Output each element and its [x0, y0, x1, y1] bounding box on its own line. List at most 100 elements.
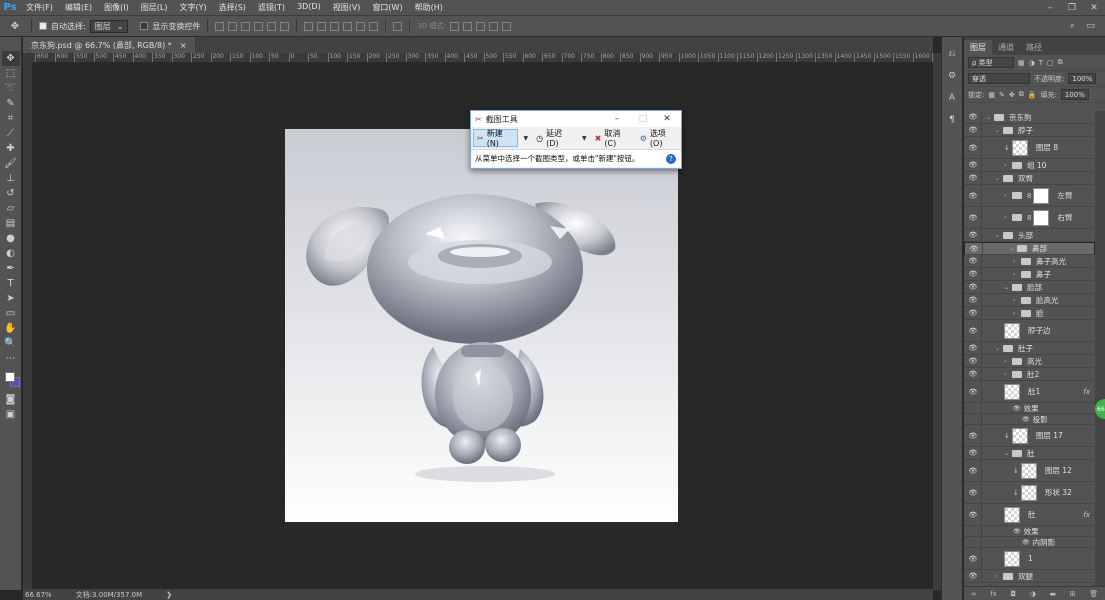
menu-item[interactable]: 视图(V) [327, 2, 367, 13]
close-icon[interactable]: ✕ [1083, 0, 1105, 15]
filter-shape-icon[interactable]: ▢ [1047, 59, 1054, 67]
distribute-hcenter-icon[interactable] [356, 21, 366, 31]
layer-row[interactable]: 👁 肚 fx [964, 504, 1095, 526]
visibility-eye-icon[interactable]: 👁 [968, 113, 978, 121]
filter-kind-select[interactable]: ρ 类型 [968, 57, 1014, 68]
blend-mode-select[interactable]: 穿透 [968, 73, 1030, 84]
snip-close-icon[interactable]: ✕ [655, 111, 679, 127]
clone-stamp-tool-icon[interactable]: ⊥ [2, 171, 20, 186]
options-button[interactable]: ⚙ 选项(O) [637, 129, 681, 148]
history-brush-tool-icon[interactable]: ↺ [2, 186, 20, 201]
layer-thumbnail[interactable] [1004, 550, 1020, 567]
effect-visibility-icon[interactable]: 👁 [1022, 416, 1030, 423]
fx-badge[interactable]: fx [1083, 511, 1090, 519]
layer-thumbnail[interactable] [1004, 506, 1020, 523]
visibility-eye-icon[interactable]: 👁 [968, 257, 978, 265]
expand-arrow-icon[interactable]: ⌄ [995, 345, 1003, 352]
visibility-eye-icon[interactable]: 👁 [968, 555, 978, 563]
menu-item[interactable]: 编辑(E) [59, 2, 98, 13]
visibility-eye-icon[interactable]: 👁 [968, 296, 978, 304]
3d-roll-icon[interactable] [462, 21, 472, 31]
move-tool-preset-icon[interactable]: ✥ [6, 19, 24, 34]
status-menu-arrow[interactable]: ❯ [166, 591, 172, 599]
mask-link-icon[interactable]: 8 [1027, 192, 1031, 200]
lock-paint-icon[interactable]: ✎ [999, 91, 1005, 99]
effect-visibility-icon[interactable]: 👁 [1022, 539, 1030, 546]
effect-visibility-icon[interactable]: 👁 [1013, 528, 1021, 535]
expand-arrow-icon[interactable]: › [1004, 192, 1012, 199]
new-group-icon[interactable]: ▬ [1049, 590, 1056, 598]
layer-group-row[interactable]: 👁 ⌄ 双臂 [964, 172, 1095, 185]
layer-group-row[interactable]: 👁 › 鼻子 [964, 268, 1095, 281]
layer-row[interactable]: 👁 1 [964, 548, 1095, 570]
link-layers-icon[interactable]: ∞ [971, 590, 977, 598]
canvas-scrollbar[interactable] [933, 53, 941, 590]
lock-position-icon[interactable]: ✥ [1009, 91, 1015, 99]
visibility-eye-icon[interactable]: 👁 [968, 432, 978, 440]
expand-arrow-icon[interactable]: › [1004, 358, 1012, 365]
layer-group-row[interactable]: 👁 › 双腿 [964, 570, 1095, 583]
visibility-eye-icon[interactable]: 👁 [968, 192, 978, 200]
visibility-eye-icon[interactable]: 👁 [968, 344, 978, 352]
screen-mode-icon[interactable]: ▣ [2, 407, 20, 422]
filter-smart-icon[interactable]: ⧉ [1058, 58, 1063, 67]
panel-tab[interactable]: 图层 [964, 40, 992, 55]
new-snip-dropdown-icon[interactable]: ▼ [520, 135, 531, 142]
menu-item[interactable]: 选择(S) [213, 2, 252, 13]
expand-arrow-icon[interactable]: › [995, 573, 1003, 580]
3d-drag-icon[interactable] [475, 21, 485, 31]
layer-row[interactable]: 👁 脖子边 [964, 320, 1095, 342]
visibility-eye-icon[interactable]: 👁 [968, 572, 978, 580]
type-tool-icon[interactable]: T [2, 276, 20, 291]
expand-arrow-icon[interactable]: › [1013, 258, 1021, 265]
layer-effect-row[interactable]: 👁 效果 [964, 403, 1095, 414]
layer-group-row[interactable]: 👁 ⌄ 头部 [964, 229, 1095, 242]
lock-pixels-icon[interactable]: ▦ [988, 91, 995, 99]
layer-group-row[interactable]: 👁 ⌄ 脖子 [964, 124, 1095, 137]
distribute-right-icon[interactable] [369, 21, 379, 31]
expand-arrow-icon[interactable]: ⌄ [995, 127, 1003, 134]
auto-select-dropdown[interactable]: 图层 ⌄ [89, 19, 129, 33]
delay-dropdown-icon[interactable]: ▼ [579, 135, 590, 142]
properties-panel-icon[interactable]: ⚙ [945, 69, 959, 83]
layer-row[interactable]: 👁 ↓ 图层 8 [964, 137, 1095, 159]
mask-thumbnail[interactable] [1033, 187, 1050, 204]
layer-group-row[interactable]: 👁 ⌄ 肚 [964, 447, 1095, 460]
layer-thumbnail[interactable] [1011, 427, 1028, 444]
healing-brush-tool-icon[interactable]: ✚ [2, 141, 20, 156]
align-left-icon[interactable] [254, 21, 264, 31]
marquee-tool-icon[interactable]: ⬚ [2, 66, 20, 81]
expand-arrow-icon[interactable]: ⌄ [1004, 284, 1012, 291]
distribute-vcenter-icon[interactable] [317, 21, 327, 31]
workspace-icon[interactable]: ▭ [1086, 21, 1095, 31]
visibility-eye-icon[interactable]: 👁 [968, 388, 978, 396]
delay-button[interactable]: ◷ 延迟(D) [533, 129, 577, 148]
expand-arrow-icon[interactable]: › [1004, 214, 1012, 221]
expand-arrow-icon[interactable]: ⌄ [1004, 450, 1012, 457]
document-tab[interactable]: 京东狗.psd @ 66.7% (鼻部, RGB/8) * × [23, 37, 195, 53]
layer-effect-row[interactable]: 👁 内阴影 [964, 537, 1095, 548]
visibility-eye-icon[interactable]: 👁 [968, 231, 978, 239]
visibility-eye-icon[interactable]: 👁 [968, 357, 978, 365]
visibility-eye-icon[interactable]: 👁 [968, 467, 978, 475]
expand-arrow-icon[interactable]: ⌄ [986, 114, 994, 121]
visibility-eye-icon[interactable]: 👁 [968, 370, 978, 378]
align-vcenter-icon[interactable] [228, 21, 238, 31]
fx-badge[interactable]: fx [1083, 388, 1090, 396]
visibility-eye-icon[interactable]: 👁 [968, 270, 978, 278]
rectangle-tool-icon[interactable]: ▭ [2, 306, 20, 321]
layer-group-row[interactable]: 👁 › 肚2 [964, 368, 1095, 381]
foreground-color-swatch[interactable] [4, 372, 15, 382]
auto-select-checkbox[interactable] [39, 22, 47, 30]
layer-group-row[interactable]: 👁 ⌄ 鼻部 [964, 242, 1095, 255]
layer-row[interactable]: 👁 ↓ 图层 17 [964, 425, 1095, 447]
visibility-eye-icon[interactable]: 👁 [968, 283, 978, 291]
layer-list-scrollbar[interactable] [1095, 111, 1105, 591]
quick-select-tool-icon[interactable]: ✎ [2, 96, 20, 111]
layer-group-row[interactable]: 👁 ⌄ 脸部 [964, 281, 1095, 294]
visibility-eye-icon[interactable]: 👁 [968, 144, 978, 152]
paragraph-panel-icon[interactable]: ¶ [945, 113, 959, 127]
expand-arrow-icon[interactable]: › [1004, 162, 1012, 169]
character-panel-icon[interactable]: A [945, 91, 959, 105]
mask-thumbnail[interactable] [1033, 209, 1050, 226]
